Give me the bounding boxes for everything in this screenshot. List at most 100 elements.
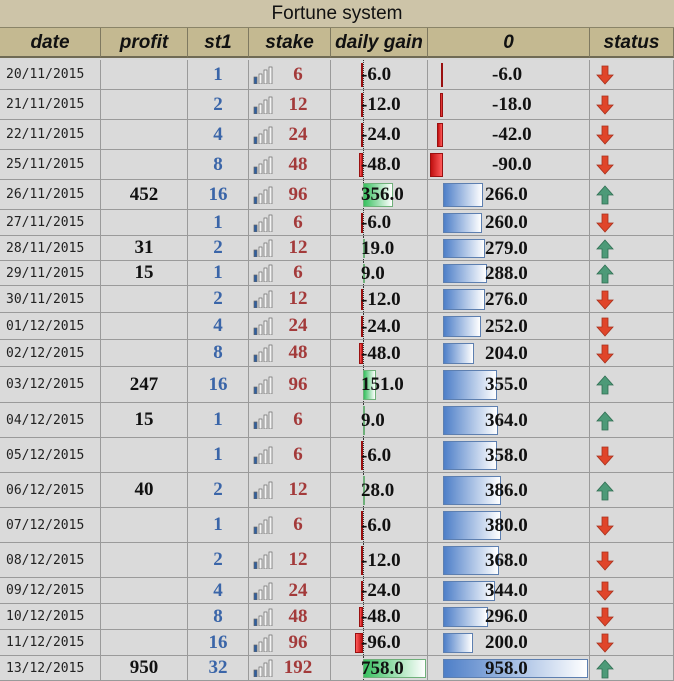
cell-profit[interactable]	[101, 543, 188, 578]
cell-date[interactable]: 09/12/2015	[0, 578, 101, 604]
cell-cum[interactable]: 958.0	[428, 656, 590, 681]
cell-profit[interactable]	[101, 630, 188, 656]
header-status[interactable]: status	[590, 28, 674, 58]
cell-stake[interactable]: 12	[249, 286, 331, 313]
cell-cum[interactable]: 364.0	[428, 403, 590, 438]
cell-cum[interactable]: 288.0	[428, 261, 590, 286]
cell-cum[interactable]: -6.0	[428, 60, 590, 90]
cell-cum[interactable]: -18.0	[428, 90, 590, 120]
cell-status[interactable]	[590, 656, 674, 681]
cell-st1[interactable]: 1	[188, 438, 249, 473]
cell-profit[interactable]: 31	[101, 236, 188, 261]
cell-gain[interactable]: -24.0	[331, 578, 428, 604]
cell-status[interactable]	[590, 367, 674, 403]
cell-stake[interactable]: 24	[249, 578, 331, 604]
cell-status[interactable]	[590, 210, 674, 236]
cell-stake[interactable]: 96	[249, 180, 331, 210]
cell-stake[interactable]: 6	[249, 403, 331, 438]
cell-gain[interactable]: -6.0	[331, 438, 428, 473]
cell-date[interactable]: 10/12/2015	[0, 604, 101, 630]
cell-stake[interactable]: 24	[249, 120, 331, 150]
cell-st1[interactable]: 2	[188, 473, 249, 508]
cell-cum[interactable]: 279.0	[428, 236, 590, 261]
cell-profit[interactable]	[101, 340, 188, 367]
cell-profit[interactable]: 950	[101, 656, 188, 681]
cell-date[interactable]: 04/12/2015	[0, 403, 101, 438]
cell-stake[interactable]: 48	[249, 340, 331, 367]
cell-date[interactable]: 08/12/2015	[0, 543, 101, 578]
cell-status[interactable]	[590, 508, 674, 543]
cell-cum[interactable]: 296.0	[428, 604, 590, 630]
cell-gain[interactable]: 356.0	[331, 180, 428, 210]
cell-st1[interactable]: 4	[188, 578, 249, 604]
cell-date[interactable]: 07/12/2015	[0, 508, 101, 543]
cell-profit[interactable]: 15	[101, 403, 188, 438]
cell-cum[interactable]: 380.0	[428, 508, 590, 543]
cell-cum[interactable]: 266.0	[428, 180, 590, 210]
cell-profit[interactable]	[101, 508, 188, 543]
cell-st1[interactable]: 1	[188, 508, 249, 543]
cell-status[interactable]	[590, 543, 674, 578]
cell-date[interactable]: 30/11/2015	[0, 286, 101, 313]
cell-stake[interactable]: 12	[249, 236, 331, 261]
cell-profit[interactable]	[101, 120, 188, 150]
cell-status[interactable]	[590, 150, 674, 180]
cell-st1[interactable]: 2	[188, 543, 249, 578]
cell-st1[interactable]: 4	[188, 313, 249, 340]
cell-date[interactable]: 13/12/2015	[0, 656, 101, 681]
cell-cum[interactable]: 386.0	[428, 473, 590, 508]
cell-date[interactable]: 22/11/2015	[0, 120, 101, 150]
cell-profit[interactable]	[101, 438, 188, 473]
cell-cum[interactable]: 276.0	[428, 286, 590, 313]
cell-stake[interactable]: 24	[249, 313, 331, 340]
cell-status[interactable]	[590, 438, 674, 473]
cell-stake[interactable]: 48	[249, 150, 331, 180]
cell-status[interactable]	[590, 313, 674, 340]
cell-date[interactable]: 21/11/2015	[0, 90, 101, 120]
header-stake[interactable]: stake	[249, 28, 331, 58]
cell-st1[interactable]: 16	[188, 630, 249, 656]
cell-gain[interactable]: 151.0	[331, 367, 428, 403]
cell-st1[interactable]: 8	[188, 340, 249, 367]
cell-st1[interactable]: 16	[188, 367, 249, 403]
cell-gain[interactable]: 758.0	[331, 656, 428, 681]
header-profit[interactable]: profit	[101, 28, 188, 58]
cell-status[interactable]	[590, 180, 674, 210]
cell-gain[interactable]: 9.0	[331, 403, 428, 438]
cell-st1[interactable]: 2	[188, 90, 249, 120]
cell-st1[interactable]: 8	[188, 604, 249, 630]
cell-date[interactable]: 20/11/2015	[0, 60, 101, 90]
cell-cum[interactable]: -90.0	[428, 150, 590, 180]
cell-gain[interactable]: -24.0	[331, 313, 428, 340]
cell-stake[interactable]: 12	[249, 473, 331, 508]
header-st1[interactable]: st1	[188, 28, 249, 58]
cell-gain[interactable]: -96.0	[331, 630, 428, 656]
cell-status[interactable]	[590, 340, 674, 367]
cell-profit[interactable]: 15	[101, 261, 188, 286]
cell-stake[interactable]: 6	[249, 508, 331, 543]
cell-profit[interactable]	[101, 286, 188, 313]
cell-st1[interactable]: 2	[188, 236, 249, 261]
cell-status[interactable]	[590, 286, 674, 313]
cell-gain[interactable]: -6.0	[331, 508, 428, 543]
cell-cum[interactable]: 368.0	[428, 543, 590, 578]
cell-cum[interactable]: 260.0	[428, 210, 590, 236]
cell-cum[interactable]: 252.0	[428, 313, 590, 340]
cell-gain[interactable]: -24.0	[331, 120, 428, 150]
cell-st1[interactable]: 8	[188, 150, 249, 180]
cell-profit[interactable]: 40	[101, 473, 188, 508]
cell-profit[interactable]: 247	[101, 367, 188, 403]
cell-st1[interactable]: 1	[188, 403, 249, 438]
cell-profit[interactable]	[101, 578, 188, 604]
cell-gain[interactable]: -48.0	[331, 340, 428, 367]
cell-gain[interactable]: 28.0	[331, 473, 428, 508]
cell-st1[interactable]: 1	[188, 60, 249, 90]
header-daily-gain[interactable]: daily gain	[331, 28, 428, 58]
cell-profit[interactable]	[101, 90, 188, 120]
cell-st1[interactable]: 32	[188, 656, 249, 681]
cell-profit[interactable]	[101, 313, 188, 340]
cell-st1[interactable]: 1	[188, 210, 249, 236]
header-cumulative[interactable]: 0	[428, 28, 590, 58]
cell-date[interactable]: 03/12/2015	[0, 367, 101, 403]
cell-date[interactable]: 02/12/2015	[0, 340, 101, 367]
